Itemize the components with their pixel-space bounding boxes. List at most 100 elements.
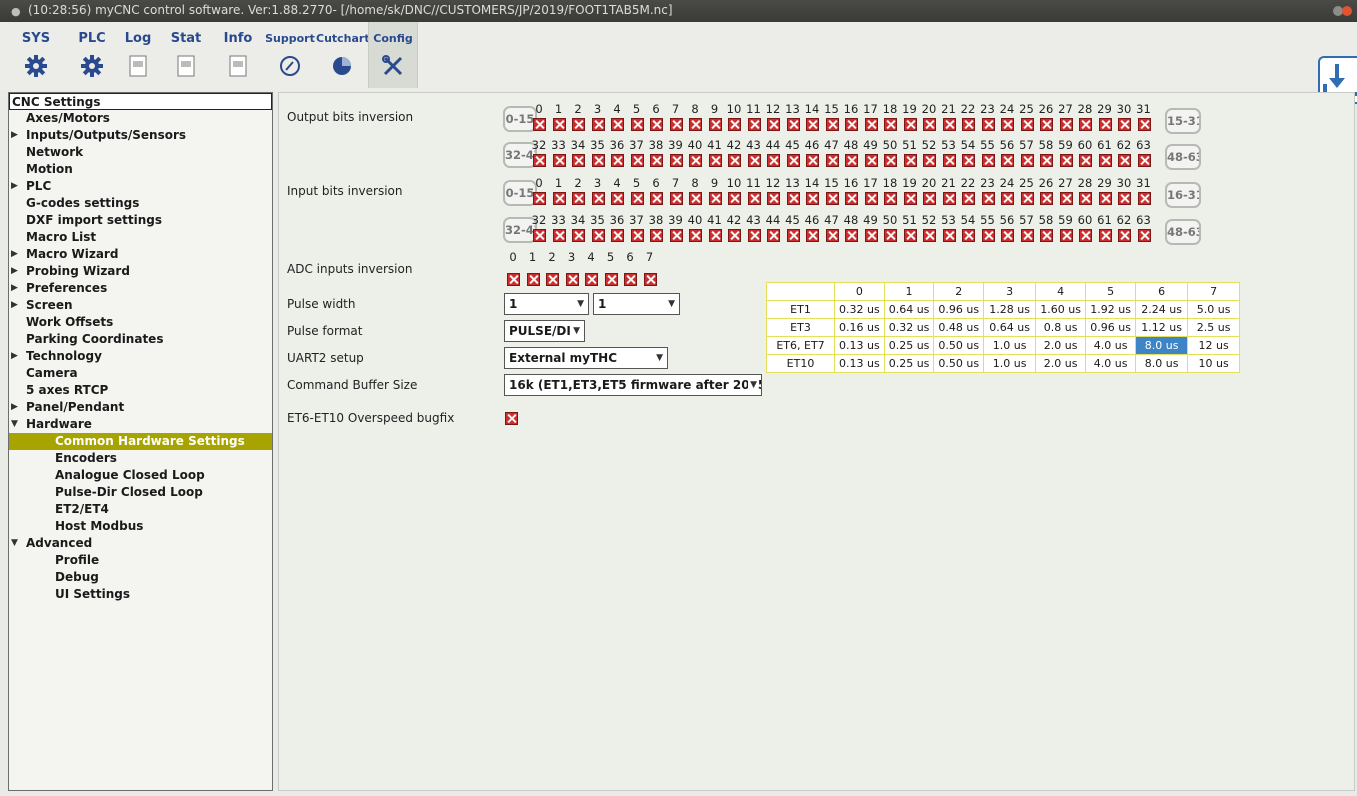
bit-inversion-checkbox[interactable] (1040, 229, 1053, 242)
bit-inversion-checkbox[interactable] (533, 229, 546, 242)
bit-inversion-checkbox[interactable] (728, 118, 741, 131)
bit-inversion-checkbox[interactable] (1079, 118, 1092, 131)
bit-inversion-checkbox[interactable] (923, 118, 936, 131)
bit-inversion-checkbox[interactable] (864, 154, 878, 167)
bit-inversion-checkbox[interactable] (591, 192, 605, 205)
bit-inversion-checkbox[interactable] (1137, 229, 1151, 242)
bit-inversion-checkbox[interactable] (1020, 154, 1034, 167)
expand-right-icon[interactable]: ▶ (11, 263, 18, 280)
bit-inversion-checkbox[interactable] (1137, 154, 1151, 167)
bit-inversion-checkbox[interactable] (591, 229, 605, 242)
pulse-width-select-1[interactable]: 1 ▼ (504, 293, 589, 315)
input_groups-range-right-button[interactable]: 48-63 (1165, 219, 1201, 245)
bit-inversion-checkbox[interactable] (591, 154, 605, 167)
tree-item[interactable]: DXF import settings (9, 212, 272, 229)
bit-inversion-checkbox[interactable] (611, 118, 624, 131)
sys-button[interactable]: SYS (14, 22, 58, 88)
tree-item[interactable]: Profile (9, 552, 272, 569)
bit-inversion-checkbox[interactable] (767, 118, 780, 131)
bit-inversion-checkbox[interactable] (708, 118, 722, 131)
bit-inversion-checkbox[interactable] (923, 154, 936, 167)
bit-inversion-checkbox[interactable] (767, 154, 780, 167)
bit-inversion-checkbox[interactable] (786, 192, 800, 205)
adc-inversion-checkbox[interactable] (507, 273, 520, 286)
bit-inversion-checkbox[interactable] (845, 118, 858, 131)
bit-inversion-checkbox[interactable] (572, 229, 585, 242)
bit-inversion-checkbox[interactable] (1059, 192, 1073, 205)
bit-inversion-checkbox[interactable] (572, 154, 585, 167)
bit-inversion-checkbox[interactable] (903, 192, 917, 205)
adc-inversion-checkbox[interactable] (624, 273, 637, 286)
bit-inversion-checkbox[interactable] (903, 229, 917, 242)
bit-inversion-checkbox[interactable] (728, 192, 741, 205)
bit-inversion-checkbox[interactable] (747, 154, 761, 167)
bit-inversion-checkbox[interactable] (903, 118, 917, 131)
bit-inversion-checkbox[interactable] (864, 118, 878, 131)
bit-inversion-checkbox[interactable] (650, 118, 663, 131)
bit-inversion-checkbox[interactable] (1098, 118, 1112, 131)
bit-inversion-checkbox[interactable] (708, 154, 722, 167)
bit-inversion-checkbox[interactable] (864, 229, 878, 242)
bit-inversion-checkbox[interactable] (962, 118, 975, 131)
bit-inversion-checkbox[interactable] (845, 192, 858, 205)
log-button[interactable]: Log (116, 22, 160, 88)
bit-inversion-checkbox[interactable] (1098, 154, 1112, 167)
bit-inversion-checkbox[interactable] (1001, 118, 1014, 131)
bit-inversion-checkbox[interactable] (767, 192, 780, 205)
bit-inversion-checkbox[interactable] (806, 118, 819, 131)
tree-item[interactable]: Axes/Motors (9, 110, 272, 127)
expand-right-icon[interactable]: ▶ (11, 178, 18, 195)
bit-inversion-checkbox[interactable] (708, 192, 722, 205)
adc-inversion-checkbox[interactable] (565, 273, 579, 286)
bit-inversion-checkbox[interactable] (884, 154, 897, 167)
expand-right-icon[interactable]: ▶ (11, 280, 18, 297)
tree-item[interactable]: Host Modbus (9, 518, 272, 535)
bit-inversion-checkbox[interactable] (825, 192, 839, 205)
bit-inversion-checkbox[interactable] (669, 229, 683, 242)
adc-inversion-checkbox[interactable] (604, 273, 618, 286)
tree-root[interactable]: CNC Settings (9, 93, 272, 110)
bit-inversion-checkbox[interactable] (611, 192, 624, 205)
bit-inversion-checkbox[interactable] (806, 154, 819, 167)
bit-inversion-checkbox[interactable] (786, 229, 800, 242)
tree-item[interactable]: Analogue Closed Loop (9, 467, 272, 484)
uart2-select[interactable]: External myTHC ▼ (504, 347, 668, 369)
bit-inversion-checkbox[interactable] (1079, 154, 1092, 167)
tree-item[interactable]: ▼ Hardware (9, 416, 272, 433)
config-button[interactable]: Config (368, 22, 418, 88)
bit-inversion-checkbox[interactable] (884, 229, 897, 242)
bit-inversion-checkbox[interactable] (825, 229, 839, 242)
adc-inversion-checkbox[interactable] (585, 273, 598, 286)
bit-inversion-checkbox[interactable] (611, 229, 624, 242)
bit-inversion-checkbox[interactable] (942, 229, 956, 242)
pulse-format-select[interactable]: PULSE/DIR ▼ (504, 320, 585, 342)
bit-inversion-checkbox[interactable] (1059, 154, 1073, 167)
bit-inversion-checkbox[interactable] (747, 192, 761, 205)
bit-inversion-checkbox[interactable] (942, 118, 956, 131)
adc-inversion-checkbox[interactable] (643, 273, 657, 286)
bit-inversion-checkbox[interactable] (981, 154, 995, 167)
bit-inversion-checkbox[interactable] (708, 229, 722, 242)
bit-inversion-checkbox[interactable] (669, 118, 683, 131)
tree-item[interactable]: UI Settings (9, 586, 272, 603)
input_groups-range-right-button[interactable]: 16-31 (1165, 182, 1201, 208)
bit-inversion-checkbox[interactable] (630, 154, 644, 167)
window-menu-icon[interactable]: ● (11, 5, 21, 18)
bit-inversion-checkbox[interactable] (962, 229, 975, 242)
bit-inversion-checkbox[interactable] (1098, 229, 1112, 242)
bit-inversion-checkbox[interactable] (1079, 229, 1092, 242)
bit-inversion-checkbox[interactable] (962, 154, 975, 167)
tree-item[interactable]: ▶ Screen (9, 297, 272, 314)
bit-inversion-checkbox[interactable] (650, 192, 663, 205)
tree-item[interactable]: Camera (9, 365, 272, 382)
bit-inversion-checkbox[interactable] (1001, 192, 1014, 205)
bit-inversion-checkbox[interactable] (728, 229, 741, 242)
bit-inversion-checkbox[interactable] (825, 118, 839, 131)
bit-inversion-checkbox[interactable] (611, 154, 624, 167)
pulse-width-select-2[interactable]: 1 ▼ (593, 293, 680, 315)
bit-inversion-checkbox[interactable] (825, 154, 839, 167)
bit-inversion-checkbox[interactable] (552, 192, 566, 205)
bit-inversion-checkbox[interactable] (669, 192, 683, 205)
tree-item[interactable]: Motion (9, 161, 272, 178)
close-button[interactable] (1342, 6, 1352, 16)
